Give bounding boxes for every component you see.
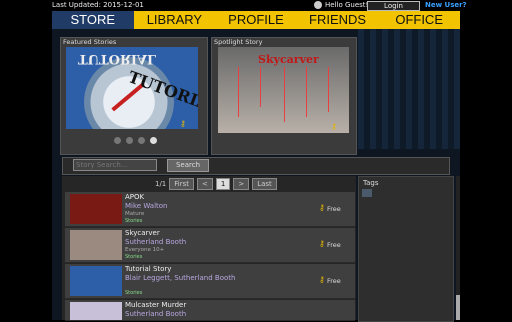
story-author: Mike Walton (125, 202, 168, 210)
spotlight-story-image[interactable]: Skycarver (218, 47, 349, 133)
current-page-button[interactable]: 1 (215, 178, 231, 190)
story-list-item[interactable]: Skycarver Sutherland Booth Everyone 10+ … (65, 228, 355, 263)
story-list-item[interactable]: Tutorial Story Blair Leggett, Sutherland… (65, 264, 355, 299)
slide-dot[interactable] (138, 137, 145, 144)
top-bar: Last Updated: 2015-12-01 Hello Guest! Lo… (0, 0, 512, 11)
tag-item[interactable] (362, 189, 372, 197)
last-updated-text: Last Updated: 2015-12-01 (52, 1, 144, 9)
key-icon: ⚷ (319, 275, 325, 284)
tab-profile[interactable]: PROFILE (215, 11, 297, 29)
tags-panel: Tags (358, 176, 454, 322)
story-title: Skycarver (125, 229, 160, 237)
new-user-link[interactable]: New User? (425, 1, 467, 9)
page-info: 1/1 (155, 180, 167, 188)
key-icon: ⚷ (331, 122, 337, 131)
slide-dot[interactable] (114, 137, 121, 144)
story-search-input[interactable] (73, 159, 157, 171)
story-title: APOK (125, 193, 145, 201)
story-price: Free (327, 277, 341, 285)
main-nav: STORE LIBRARY PROFILE FRIENDS OFFICE (52, 11, 460, 29)
slide-indicator (114, 137, 157, 144)
lightning-bolt (284, 67, 285, 122)
prev-page-button[interactable]: < (197, 178, 213, 190)
story-thumbnail (70, 266, 122, 296)
search-button[interactable]: Search (167, 159, 209, 172)
scrollbar-thumb[interactable] (456, 295, 460, 320)
story-price: Free (327, 241, 341, 249)
story-type: Stories (125, 290, 143, 296)
bookshelf-background (358, 29, 460, 149)
story-list-item[interactable]: APOK Mike Walton Mature Stories ⚷ Free (65, 192, 355, 227)
slide-dot-active[interactable] (150, 137, 157, 144)
story-rating: Mature (125, 211, 145, 217)
story-thumbnail (70, 194, 122, 224)
user-circle-icon (314, 1, 322, 9)
spotlight-image-text: Skycarver (258, 53, 319, 66)
key-icon: ⚷ (319, 239, 325, 248)
pagination: 1/1 First < 1 > Last (155, 178, 277, 190)
story-rating: Everyone 10+ (125, 247, 165, 253)
login-button[interactable]: Login (367, 1, 420, 11)
first-page-button[interactable]: First (169, 178, 194, 190)
featured-story-image[interactable]: TUTORIAL TUTORIAL (66, 47, 198, 129)
lightning-bolt (238, 67, 239, 117)
tab-library[interactable]: LIBRARY (134, 11, 216, 29)
lightning-bolt (328, 67, 329, 112)
lightning-bolt (306, 67, 307, 117)
guest-greeting: Hello Guest! (314, 1, 368, 9)
story-thumbnail (70, 302, 122, 320)
story-price: Free (327, 205, 341, 213)
story-title: Mulcaster Murder (125, 301, 187, 309)
featured-image-mirrored-text: TUTORIAL (78, 51, 157, 66)
story-type: Stories (125, 218, 143, 224)
key-icon: ⚷ (180, 119, 186, 128)
tags-title: Tags (363, 179, 379, 187)
story-author: Blair Leggett, Sutherland Booth (125, 274, 236, 282)
story-title: Tutorial Story (125, 265, 172, 273)
tab-office[interactable]: OFFICE (378, 11, 460, 29)
story-author: Sutherland Booth (125, 310, 187, 318)
key-icon: ⚷ (319, 203, 325, 212)
lightning-bolt (260, 67, 261, 107)
spotlight-story-title: Spotlight Story (214, 38, 263, 46)
slide-dot[interactable] (126, 137, 133, 144)
story-thumbnail (70, 230, 122, 260)
story-type: Stories (125, 254, 143, 260)
tab-store[interactable]: STORE (52, 11, 134, 29)
tab-friends[interactable]: FRIENDS (297, 11, 379, 29)
story-author: Sutherland Booth (125, 238, 187, 246)
featured-stories-title: Featured Stories (63, 38, 117, 46)
next-page-button[interactable]: > (233, 178, 250, 190)
story-list-item[interactable]: Mulcaster Murder Sutherland Booth (65, 300, 355, 321)
greeting-text: Hello Guest! (325, 1, 369, 9)
last-page-button[interactable]: Last (252, 178, 277, 190)
